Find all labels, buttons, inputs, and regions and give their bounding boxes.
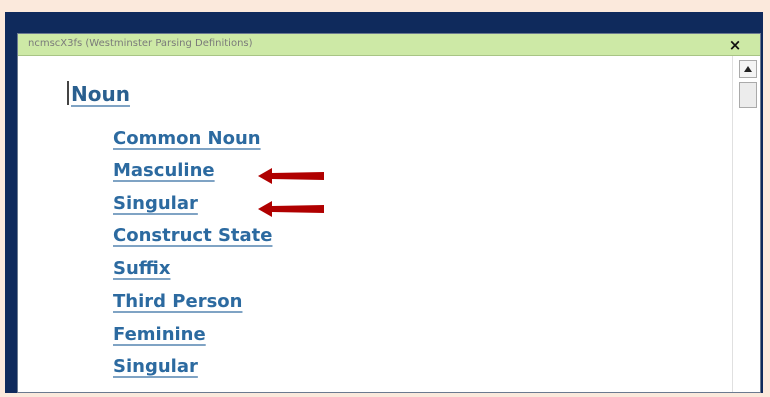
left-arrow-icon — [258, 201, 324, 217]
definition-item-feminine[interactable]: Feminine — [113, 324, 206, 345]
window-title: ncmscX3fs (Westminster Parsing Definitio… — [28, 38, 253, 49]
close-button[interactable]: × — [720, 34, 750, 55]
definition-item-common-noun[interactable]: Common Noun — [113, 128, 261, 149]
scroll-up-arrow-icon — [744, 66, 752, 72]
definitions-content: Noun Common Noun Masculine Singular Cons… — [18, 56, 730, 392]
vertical-scrollbar[interactable] — [732, 56, 760, 392]
left-arrow-icon — [258, 168, 324, 184]
definition-item-masculine[interactable]: Masculine — [113, 160, 215, 181]
definition-root-noun[interactable]: Noun — [71, 82, 130, 106]
definitions-window: ncmscX3fs (Westminster Parsing Definitio… — [17, 33, 761, 393]
title-bar: ncmscX3fs (Westminster Parsing Definitio… — [18, 34, 760, 56]
definition-item-singular[interactable]: Singular — [113, 193, 198, 214]
definition-item-suffix[interactable]: Suffix — [113, 258, 170, 279]
scroll-up-button[interactable] — [739, 60, 757, 78]
definition-item-third-person[interactable]: Third Person — [113, 291, 242, 312]
scroll-thumb[interactable] — [739, 82, 757, 108]
definition-item-construct-state[interactable]: Construct State — [113, 225, 272, 246]
outer-frame: ncmscX3fs (Westminster Parsing Definitio… — [5, 12, 763, 393]
text-cursor — [67, 81, 69, 105]
close-icon: × — [728, 35, 742, 54]
definition-item-singular-2[interactable]: Singular — [113, 356, 198, 377]
